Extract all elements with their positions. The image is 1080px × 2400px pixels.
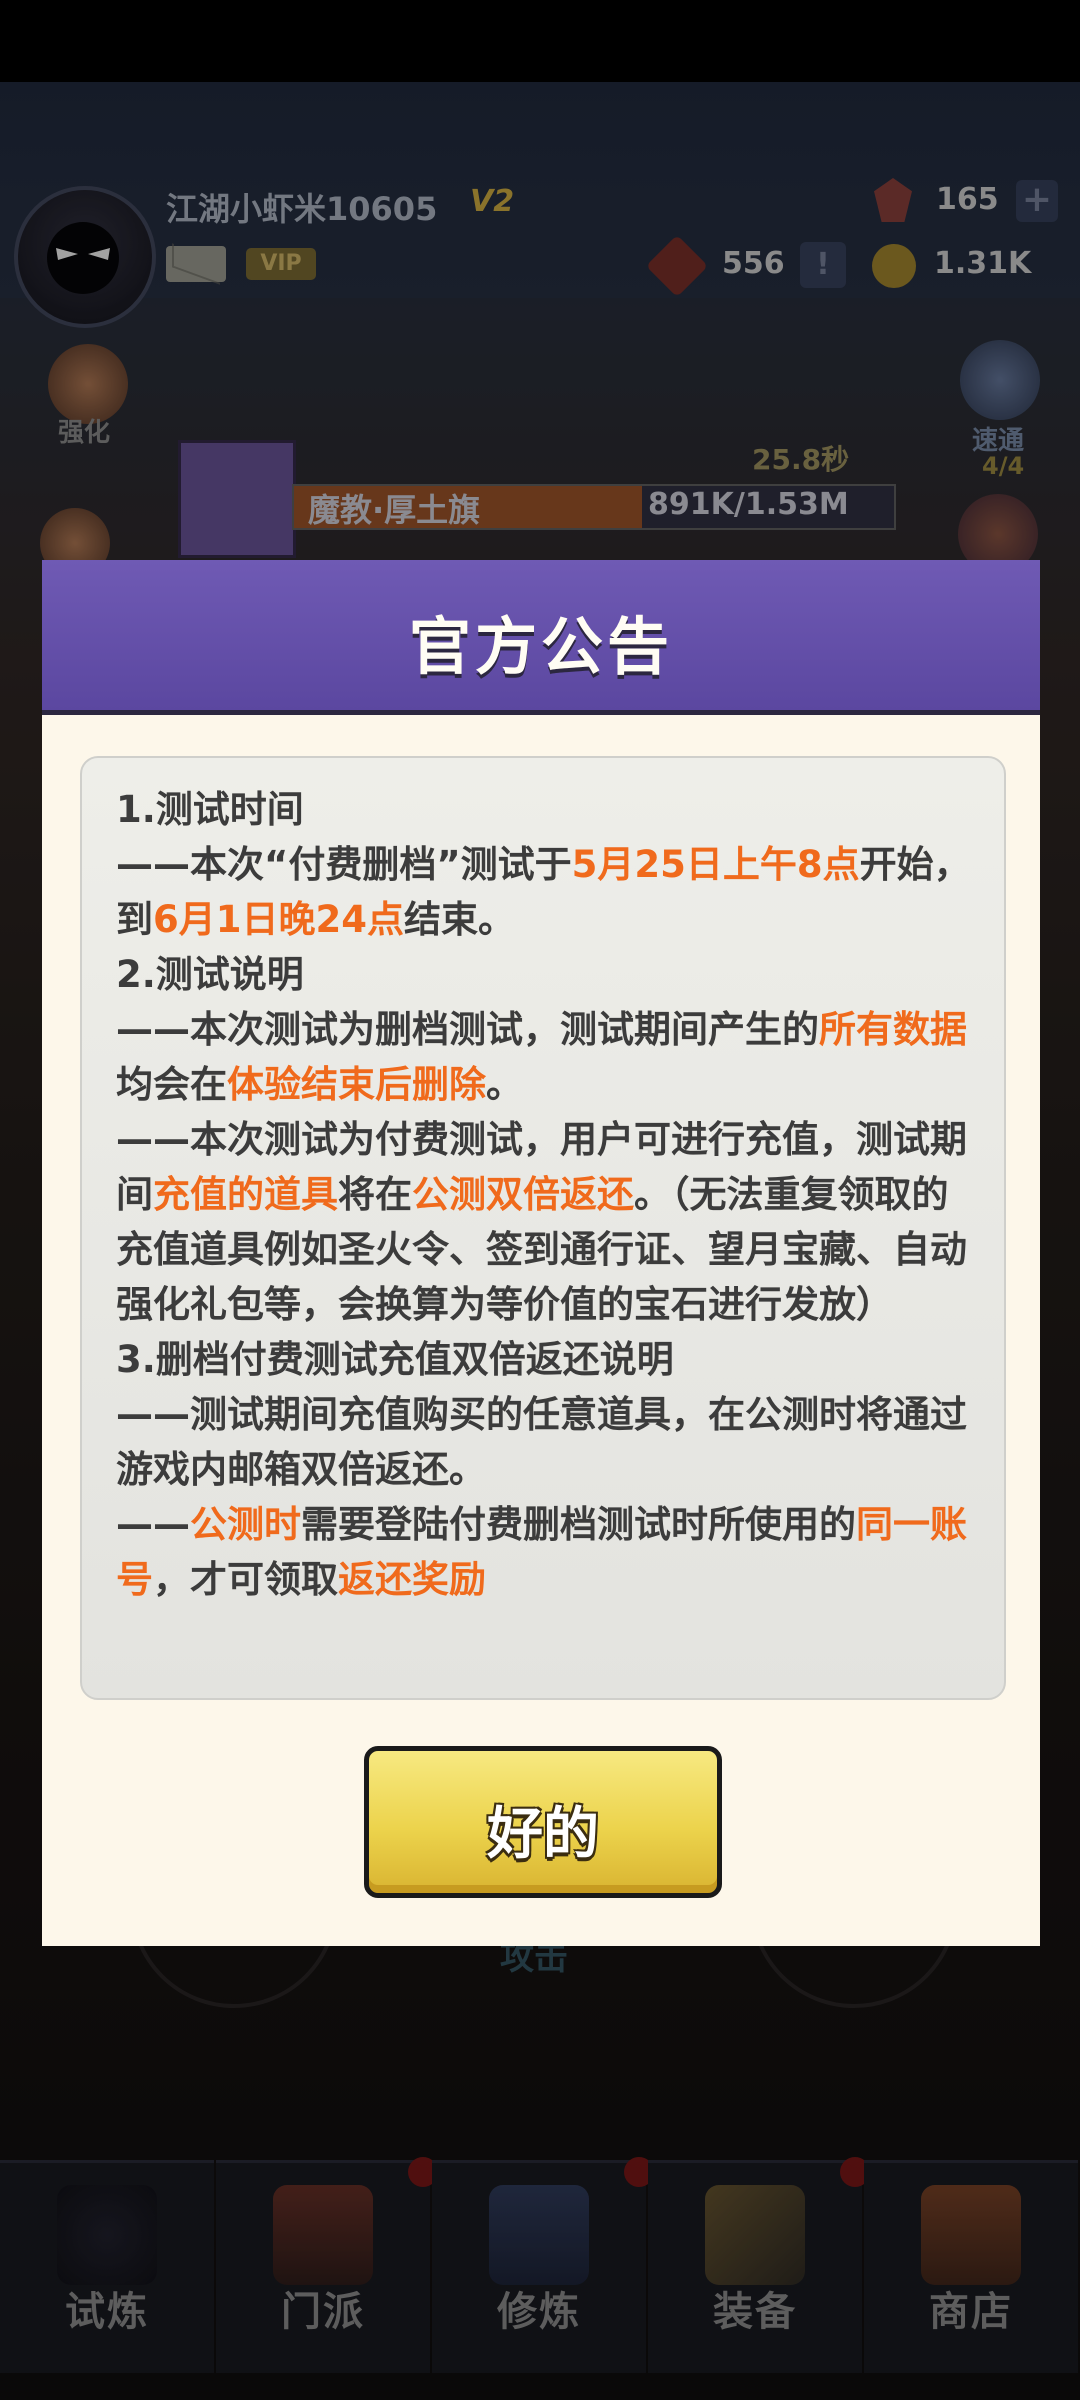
highlight-text: 5月25日上午8点 — [571, 843, 860, 886]
ok-button[interactable]: 好的 — [364, 1746, 722, 1898]
highlight-text: 所有数据 — [819, 1008, 967, 1051]
text-segment: 。 — [486, 1063, 523, 1106]
ok-button-label: 好的 — [487, 1802, 599, 1867]
highlight-text: 体验结束后删除 — [227, 1063, 486, 1106]
notice-paragraph: ——测试期间充值购买的任意道具，在公测时将通过游戏内邮箱双倍返还。 — [116, 1393, 967, 1491]
text-segment: ——本次测试为删档测试，测试期间产生的 — [116, 1008, 819, 1051]
notice-paragraph: ——本次测试为删档测试，测试期间产生的所有数据均会在体验结束后删除。 — [116, 1002, 976, 1112]
highlight-text: 公测时 — [190, 1503, 301, 1546]
notice-paragraph: ——本次“付费删档”测试于5月25日上午8点开始，到6月1日晚24点结束。 — [116, 837, 976, 947]
highlight-text: 充值的道具 — [153, 1173, 338, 1216]
section-heading: 2.测试说明 — [116, 953, 304, 996]
text-segment: 需要登陆付费删档测试时所使用的 — [301, 1503, 856, 1546]
notice-paragraph: ——公测时需要登陆付费删档测试时所使用的同一账号，才可领取返还奖励 — [116, 1497, 976, 1607]
text-segment: —— — [116, 1503, 190, 1546]
dialog-header: 官方公告 — [42, 560, 1040, 715]
section-heading: 3.删档付费测试充值双倍返还说明 — [116, 1338, 674, 1381]
announcement-dialog: 官方公告 1.测试时间 ——本次“付费删档”测试于5月25日上午8点开始，到6月… — [42, 560, 1040, 1946]
highlight-text: 6月1日晚24点 — [153, 898, 404, 941]
text-segment: 结束。 — [403, 898, 515, 941]
notice-content-box: 1.测试时间 ——本次“付费删档”测试于5月25日上午8点开始，到6月1日晚24… — [80, 756, 1006, 1700]
text-segment: ——本次“付费删档”测试于 — [116, 843, 572, 886]
text-segment: ，才可领取 — [153, 1558, 338, 1601]
notice-paragraph: ——本次测试为付费测试，用户可进行充值，测试期间充值的道具将在公测双倍返还。（无… — [116, 1112, 976, 1332]
highlight-text: 公测双倍返还 — [412, 1173, 634, 1216]
text-segment: 将在 — [338, 1173, 412, 1216]
section-heading: 1.测试时间 — [116, 788, 304, 831]
dialog-title: 官方公告 — [408, 610, 673, 683]
text-segment: 均会在 — [116, 1063, 227, 1106]
notice-text: 1.测试时间 ——本次“付费删档”测试于5月25日上午8点开始，到6月1日晚24… — [116, 782, 976, 1607]
highlight-text: 返还奖励 — [338, 1558, 486, 1601]
